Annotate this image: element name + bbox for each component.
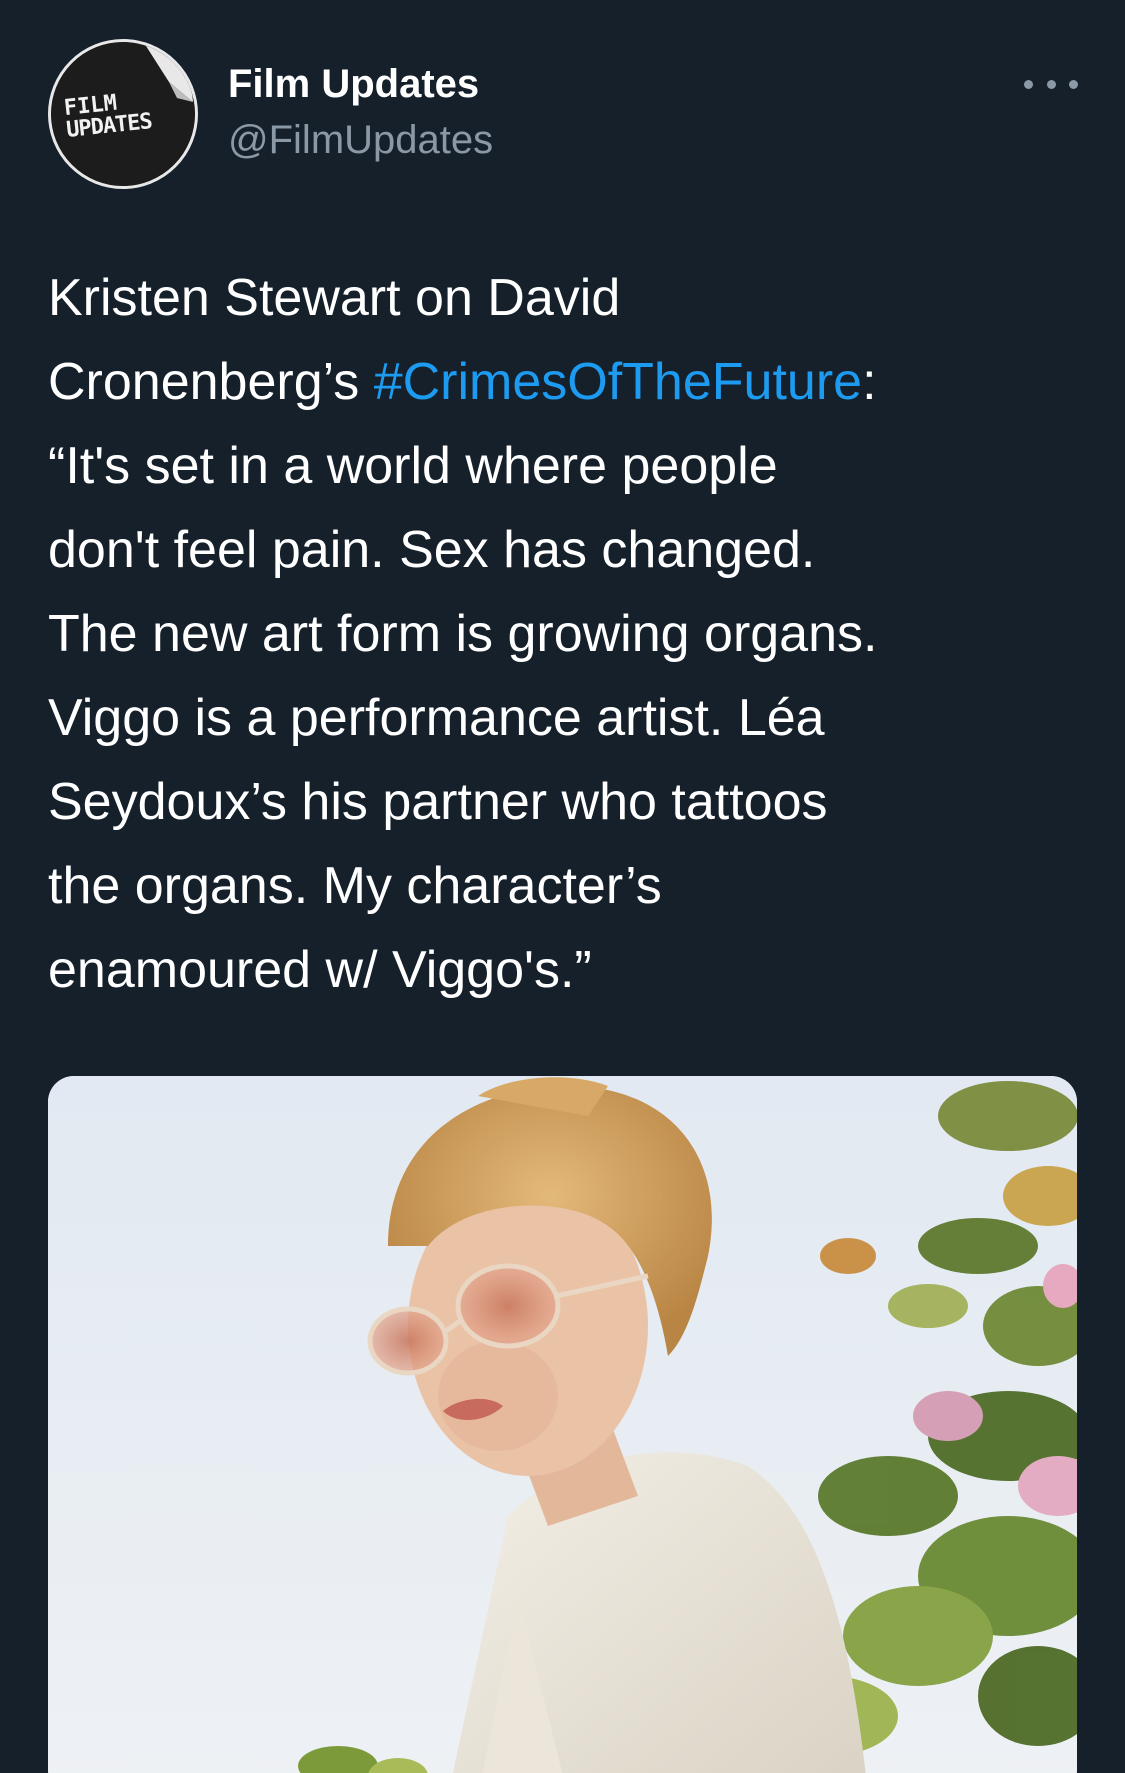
author-handle[interactable]: @FilmUpdates	[228, 118, 493, 163]
tweet-text-part-2: : “It's set in a world where people don'…	[48, 353, 878, 999]
photo-illustration	[48, 1076, 1077, 1773]
tweet-text: Kristen Stewart on David Cronenberg’s #C…	[48, 256, 1088, 1012]
logo-line-2: UPDATES	[65, 109, 153, 143]
tweet-card: FILM UPDATES Film Updates @FilmUpdates K…	[0, 0, 1125, 1773]
dot	[1024, 79, 1033, 89]
author-avatar[interactable]: FILM UPDATES	[48, 39, 198, 189]
dot	[1069, 79, 1078, 89]
tweet-photo[interactable]	[48, 1076, 1077, 1773]
avatar-logo-text: FILM UPDATES	[51, 42, 195, 186]
hashtag-link[interactable]: #CrimesOfTheFuture	[374, 353, 862, 411]
dot	[1046, 79, 1056, 89]
more-options-icon[interactable]	[1024, 72, 1078, 96]
author-display-name[interactable]: Film Updates	[228, 62, 479, 107]
